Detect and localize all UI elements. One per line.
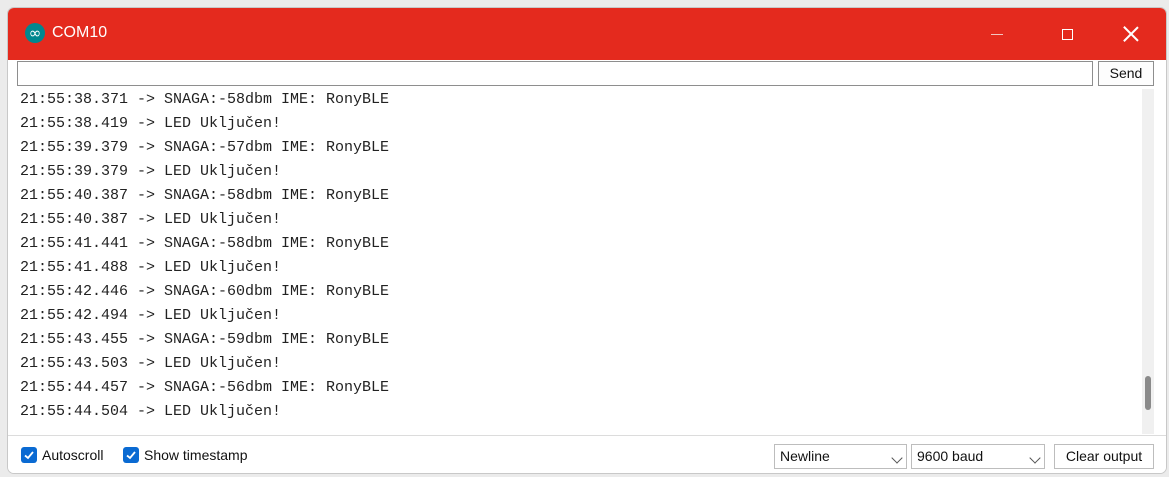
serial-output[interactable]: 21:55:38.371 -> SNAGA:-58dbm IME: RonyBL… [17,89,1137,434]
output-line: 21:55:40.387 -> LED Uključen! [20,211,282,228]
baud-rate-value: 9600 baud [917,448,984,464]
minimize-button[interactable] [972,8,1022,60]
output-line: 21:55:43.455 -> SNAGA:-59dbm IME: RonyBL… [20,331,390,348]
baud-rate-select[interactable]: 9600 baud [911,444,1045,469]
line-ending-select[interactable]: Newline [774,444,907,469]
output-line: 21:55:43.503 -> LED Uključen! [20,355,282,372]
close-button[interactable] [1106,8,1156,60]
output-line: 21:55:44.504 -> LED Uključen! [20,403,282,420]
scrollbar-thumb[interactable] [1145,376,1151,410]
output-line: 21:55:41.488 -> LED Uključen! [20,259,282,276]
show-timestamp-label[interactable]: Show timestamp [144,446,247,464]
output-line: 21:55:44.457 -> SNAGA:-56dbm IME: RonyBL… [20,379,390,396]
close-icon [1123,26,1139,42]
vertical-scrollbar[interactable] [1142,89,1154,434]
checkmark-icon [24,451,34,460]
title-bar[interactable]: ∞ COM10 [8,8,1166,60]
output-line: 21:55:38.371 -> SNAGA:-58dbm IME: RonyBL… [20,91,390,108]
line-ending-value: Newline [780,448,830,464]
output-line: 21:55:39.379 -> LED Uključen! [20,163,282,180]
minimize-icon [991,33,1003,35]
send-input[interactable] [17,61,1093,86]
serial-monitor-window: ∞ COM10 Send 21:55:38.371 -> SNAGA:-58db… [7,7,1167,474]
arduino-infinity-icon: ∞ [25,23,45,43]
chevron-down-icon [1029,452,1041,464]
output-line: 21:55:42.494 -> LED Uključen! [20,307,282,324]
window-title: COM10 [52,24,108,41]
chevron-down-icon [891,452,903,464]
output-line: 21:55:42.446 -> SNAGA:-60dbm IME: RonyBL… [20,283,390,300]
show-timestamp-checkbox[interactable] [123,447,139,463]
autoscroll-label[interactable]: Autoscroll [42,446,103,464]
maximize-button[interactable] [1042,8,1092,60]
bottom-toolbar: Autoscroll Show timestamp Newline 9600 b… [8,435,1166,473]
output-line: 21:55:38.419 -> LED Uključen! [20,115,282,132]
autoscroll-checkbox[interactable] [21,447,37,463]
send-button[interactable]: Send [1098,61,1154,86]
output-line: 21:55:39.379 -> SNAGA:-57dbm IME: RonyBL… [20,139,390,156]
output-line: 21:55:40.387 -> SNAGA:-58dbm IME: RonyBL… [20,187,390,204]
maximize-icon [1061,28,1073,40]
output-line: 21:55:41.441 -> SNAGA:-58dbm IME: RonyBL… [20,235,390,252]
clear-output-button[interactable]: Clear output [1054,444,1154,469]
checkmark-icon [126,451,136,460]
